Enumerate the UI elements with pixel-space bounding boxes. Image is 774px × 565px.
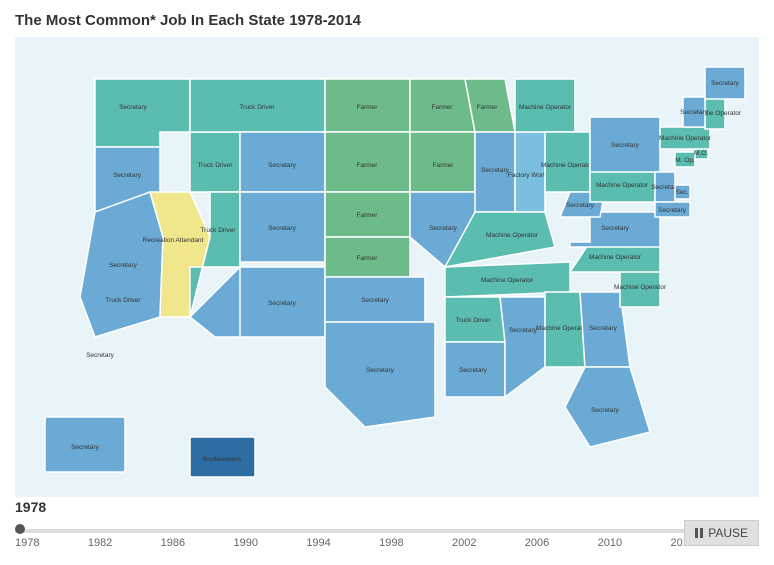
tick-label-1986: 1986 xyxy=(161,537,185,549)
main-container: The Most Common* Job In Each State 1978-… xyxy=(0,0,774,565)
timeline-slider-container: 1978198219861990199419982002200620102014 xyxy=(15,521,695,541)
tick-label-2006: 2006 xyxy=(525,537,549,549)
tick-label-2010: 2010 xyxy=(598,537,622,549)
slider-thumb[interactable] xyxy=(15,524,25,534)
pause-label: PAUSE xyxy=(708,526,748,540)
slider-track xyxy=(15,529,695,533)
map-area: Secretary Secretary Secretary Recreation… xyxy=(15,37,759,497)
tick-label-1998: 1998 xyxy=(379,537,403,549)
tick-label-1982: 1982 xyxy=(88,537,112,549)
timeline-area: 1978 19781982198619901994199820022006201… xyxy=(15,499,759,554)
tick-label-1994: 1994 xyxy=(306,537,330,549)
tick-labels: 1978198219861990199419982002200620102014 xyxy=(15,537,695,549)
tick-label-1978: 1978 xyxy=(15,537,39,549)
pause-button[interactable]: PAUSE xyxy=(684,520,759,546)
tick-label-2002: 2002 xyxy=(452,537,476,549)
page-title: The Most Common* Job In Each State 1978-… xyxy=(15,12,759,29)
pause-icon xyxy=(695,528,703,538)
us-map: Secretary Secretary Secretary Recreation… xyxy=(15,37,759,497)
current-year-label: 1978 xyxy=(15,499,759,515)
tick-label-1990: 1990 xyxy=(233,537,257,549)
